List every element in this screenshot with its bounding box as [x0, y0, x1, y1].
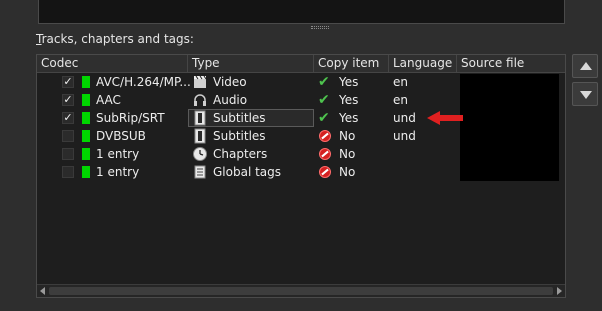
track-color-marker [82, 94, 90, 106]
codec-cell: SubRip/SRT [96, 111, 165, 125]
track-color-marker [82, 166, 90, 178]
copy-item-cell: Yes [339, 75, 359, 89]
language-cell: und [393, 111, 416, 125]
prohibited-icon [319, 166, 331, 178]
tags-icon [192, 164, 208, 180]
up-arrow-icon [580, 62, 592, 70]
type-cell: Subtitles [213, 129, 266, 143]
track-checkbox[interactable]: ✓ [62, 112, 74, 124]
column-header-copy-item[interactable]: Copy item [314, 55, 389, 72]
copy-item-cell: Yes [339, 111, 359, 125]
language-cell: en [393, 93, 408, 107]
clock-icon [192, 146, 208, 162]
subtitles-doc-icon [192, 110, 208, 126]
prohibited-icon [319, 148, 331, 160]
scroll-left-icon[interactable] [40, 287, 45, 295]
check-icon: ✔ [318, 74, 330, 90]
track-checkbox[interactable] [62, 130, 74, 142]
type-cell: Chapters [213, 147, 268, 161]
track-color-marker [82, 130, 90, 142]
codec-cell: 1 entry [96, 147, 140, 161]
section-label: Tracks, chapters and tags: [36, 32, 194, 46]
column-header-type[interactable]: Type [188, 55, 314, 72]
copy-item-cell: No [339, 147, 356, 161]
type-cell: Video [213, 75, 247, 89]
language-cell: und [393, 129, 416, 143]
move-down-button[interactable] [572, 82, 598, 106]
scroll-right-icon[interactable] [557, 287, 562, 295]
headphones-icon [192, 92, 208, 108]
column-header-language[interactable]: Language [389, 55, 457, 72]
red-arrow-annotation-icon [427, 111, 463, 125]
check-icon: ✔ [318, 92, 330, 108]
type-cell: Subtitles [213, 111, 266, 125]
codec-cell: 1 entry [96, 165, 140, 179]
copy-item-cell: No [339, 129, 356, 143]
section-label-rest: racks, chapters and tags: [41, 32, 194, 46]
codec-cell: AAC [96, 93, 121, 107]
subtitles-doc-icon [192, 128, 208, 144]
horizontal-scrollbar[interactable] [37, 284, 565, 297]
down-arrow-icon [580, 91, 592, 99]
scrollbar-thumb[interactable] [49, 287, 553, 295]
track-checkbox[interactable]: ✓ [62, 76, 74, 88]
check-icon: ✔ [318, 110, 330, 126]
track-color-marker [82, 148, 90, 160]
type-cell: Audio [213, 93, 248, 107]
column-header-codec[interactable]: Codec [37, 55, 188, 72]
copy-item-cell: Yes [339, 93, 359, 107]
track-color-marker [82, 112, 90, 124]
source-file-redacted [460, 74, 559, 181]
codec-cell: AVC/H.264/MP... [96, 75, 191, 89]
language-cell: en [393, 75, 408, 89]
prohibited-icon [319, 130, 331, 142]
track-checkbox[interactable]: ✓ [62, 94, 74, 106]
move-up-button[interactable] [572, 54, 598, 78]
top-pane [38, 0, 565, 24]
table-header: Codec Type Copy item Language Source fil… [37, 55, 565, 73]
column-header-source-file[interactable]: Source file [457, 55, 565, 72]
track-checkbox[interactable] [62, 166, 74, 178]
codec-cell: DVBSUB [96, 129, 146, 143]
track-checkbox[interactable] [62, 148, 74, 160]
track-color-marker [82, 76, 90, 88]
type-cell: Global tags [213, 165, 282, 179]
splitter-handle[interactable] [311, 26, 329, 29]
copy-item-cell: No [339, 165, 356, 179]
video-clapper-icon [192, 74, 208, 90]
